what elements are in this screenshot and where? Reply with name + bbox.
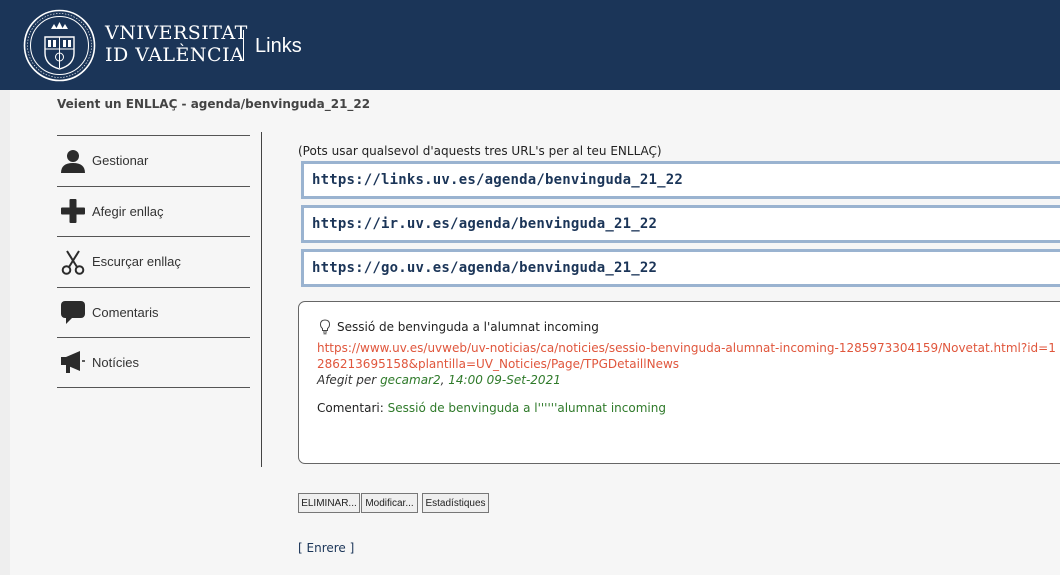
lightbulb-icon (319, 319, 331, 335)
added-by-prefix: Afegit per (317, 373, 377, 387)
comment-label: Comentari: (317, 401, 384, 415)
added-date: 14:00 09-Set-2021 (448, 373, 561, 387)
header-divider (243, 30, 244, 61)
back-link-row: [ Enrere ] (298, 541, 355, 555)
link-detail-panel: Sessió de benvinguda a l'alumnat incomin… (298, 301, 1060, 464)
university-name[interactable]: VNIVERSITAT ID VALÈNCIA (105, 22, 248, 66)
app-title[interactable]: Links (255, 34, 302, 58)
sidebar-item-noticies[interactable]: Notícies (57, 337, 250, 388)
added-by-info: Afegit per gecamar2, 14:00 09-Set-2021 (317, 373, 561, 387)
statistics-button[interactable]: Estadístiques (422, 493, 489, 513)
target-url-link[interactable]: https://www.uv.es/uvweb/uv-noticias/ca/n… (317, 341, 1057, 372)
comment-text: Sessió de benvinguda a l''''''alumnat in… (387, 401, 666, 415)
link-title: Sessió de benvinguda a l'alumnat incomin… (337, 320, 599, 334)
delete-button[interactable]: ELIMINAR... (298, 493, 360, 513)
added-by-user: gecamar2 (380, 373, 441, 387)
sidebar-item-gestionar[interactable]: Gestionar (57, 135, 250, 186)
page-title: Veient un ENLLAÇ - agenda/benvinguda_21_… (57, 97, 371, 111)
university-name-line2: ID VALÈNCIA (105, 44, 245, 66)
sidebar-item-afegir-enllac[interactable]: Afegir enllaç (57, 185, 250, 237)
sidebar-item-label: Afegir enllaç (92, 203, 164, 219)
megaphone-icon (60, 349, 86, 375)
short-url-box[interactable]: https://links.uv.es/agenda/benvinguda_21… (301, 161, 1060, 199)
url-hint: (Pots usar qualsevol d'aquests tres URL'… (298, 144, 662, 158)
sidebar-item-label: Comentaris (92, 304, 159, 320)
sidebar-item-label: Notícies (92, 354, 139, 370)
sidebar-item-comentaris[interactable]: Comentaris (57, 286, 250, 338)
scissors-icon (60, 249, 86, 275)
short-url-box[interactable]: https://ir.uv.es/agenda/benvinguda_21_22 (301, 205, 1060, 243)
speech-bubble-icon (60, 299, 86, 325)
link-title-row: Sessió de benvinguda a l'alumnat incomin… (319, 319, 599, 335)
user-icon (60, 148, 86, 174)
plus-icon (60, 198, 86, 224)
sidebar-item-escurcar-enllac[interactable]: Escurçar enllaç (57, 236, 250, 287)
sidebar-item-label: Escurçar enllaç (92, 254, 181, 270)
top-header: VNIVERSITAT ID VALÈNCIA Links (0, 0, 1060, 90)
modify-button[interactable]: Modificar... (361, 493, 418, 513)
short-url-text[interactable]: https://go.uv.es/agenda/benvinguda_21_22 (312, 260, 657, 276)
comment-row: Comentari: Sessió de benvinguda a l'''''… (317, 401, 666, 415)
vertical-divider (261, 132, 262, 467)
sidebar-menu: Gestionar Afegir enllaç Escurçar enllaç … (57, 135, 250, 388)
short-url-text[interactable]: https://links.uv.es/agenda/benvinguda_21… (312, 172, 683, 188)
university-name-line1: VNIVERSITAT (105, 22, 248, 44)
university-seal-logo[interactable] (23, 9, 96, 82)
back-link[interactable]: Enrere (307, 541, 346, 555)
short-url-text[interactable]: https://ir.uv.es/agenda/benvinguda_21_22 (312, 216, 657, 232)
short-url-box[interactable]: https://go.uv.es/agenda/benvinguda_21_22 (301, 249, 1060, 287)
sidebar-item-label: Gestionar (92, 153, 149, 169)
